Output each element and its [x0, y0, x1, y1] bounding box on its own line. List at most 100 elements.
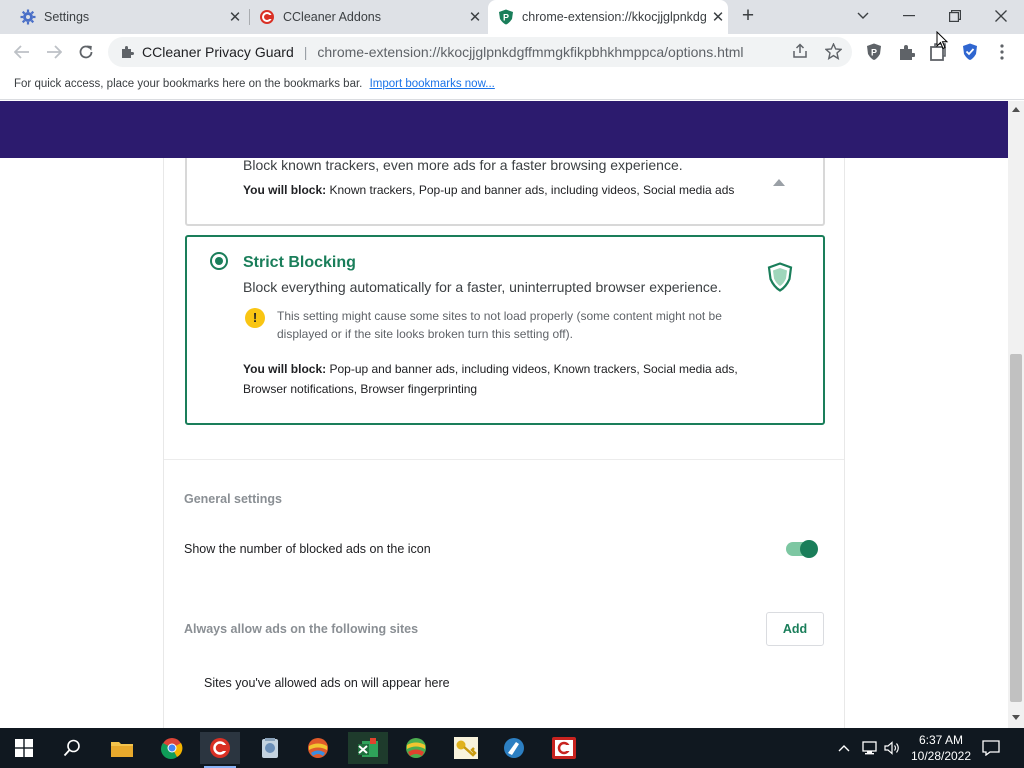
- chevron-up-icon: [838, 745, 850, 752]
- key-app[interactable]: [446, 732, 486, 764]
- ball-app[interactable]: [298, 732, 338, 764]
- svg-text:P: P: [503, 13, 509, 23]
- windows-logo-icon: [15, 739, 33, 757]
- start-button[interactable]: [4, 732, 44, 764]
- close-tab-icon[interactable]: ✕: [708, 8, 728, 26]
- back-button[interactable]: [8, 38, 36, 66]
- block-summary: You will block: Known trackers, Pop-up a…: [243, 183, 734, 197]
- tool-app-icon: [262, 738, 278, 758]
- tab-settings[interactable]: Settings ✕: [20, 0, 245, 34]
- forward-button[interactable]: [40, 38, 68, 66]
- gear-icon: [20, 9, 36, 25]
- strict-blocking-radio[interactable]: [210, 252, 228, 270]
- scroll-up-arrow-icon[interactable]: [1012, 107, 1020, 112]
- page-viewport: Block known trackers, even more ads for …: [0, 101, 1008, 728]
- scrollbar-thumb[interactable]: [1010, 354, 1022, 702]
- warning-text: This setting might cause some sites to n…: [277, 309, 722, 341]
- show-count-label: Show the number of blocked ads on the ic…: [184, 542, 431, 556]
- tab-ccleaner-addons[interactable]: CCleaner Addons ✕: [259, 0, 485, 34]
- card-description: Block known trackers, even more ads for …: [243, 157, 683, 173]
- url-text: chrome-extension://kkocjjglpnkdgffmmgkfi…: [317, 44, 744, 60]
- colorful-ball-icon: [406, 738, 426, 758]
- ccleaner-icon: [260, 10, 274, 24]
- taskbar-clock[interactable]: 6:37 AM 10/28/2022: [906, 732, 976, 764]
- block-label: You will block:: [243, 362, 327, 376]
- tab-title: chrome-extension://kkocjjglpnkdg: [522, 10, 707, 24]
- tab-strip: Settings ✕ CCleaner Addons ✕ P chrome-ex…: [0, 0, 1024, 34]
- ccleaner-browser-app[interactable]: [200, 732, 240, 768]
- block-items: Known trackers, Pop-up and banner ads, i…: [329, 183, 735, 197]
- volume-control[interactable]: [884, 728, 900, 768]
- tab-title: Settings: [44, 10, 90, 24]
- media-player-icon: [504, 738, 524, 758]
- new-tab-button[interactable]: +: [737, 5, 759, 27]
- search-icon: [63, 739, 80, 757]
- extension-icon: [122, 46, 134, 58]
- tab-search-icon[interactable]: [840, 0, 886, 32]
- tab-separator: [249, 9, 250, 25]
- warning-icon: !: [245, 308, 265, 328]
- browser-toolbar: CCleaner Privacy Guard | chrome-extensio…: [0, 34, 1024, 70]
- svg-text:P: P: [871, 48, 877, 58]
- spreadsheet-icon: [358, 738, 378, 757]
- ccleaner-browser-icon: [210, 738, 230, 758]
- colorful-ball-icon: [308, 738, 328, 758]
- add-site-button[interactable]: Add: [766, 612, 824, 646]
- notification-icon: [982, 740, 1000, 756]
- network-icon: [862, 741, 877, 755]
- minimize-button[interactable]: [886, 0, 932, 32]
- media-app[interactable]: [494, 732, 534, 764]
- show-hidden-icons-button[interactable]: [838, 728, 850, 768]
- privacy-guard-icon: P: [499, 9, 513, 25]
- section-divider: [164, 459, 844, 460]
- extensions-puzzle-icon[interactable]: [896, 42, 916, 62]
- ball-app-2[interactable]: [396, 732, 436, 764]
- bookmarks-hint: For quick access, place your bookmarks h…: [14, 78, 363, 90]
- card-description: Block everything automatically for a fas…: [243, 279, 722, 295]
- restore-button[interactable]: [932, 0, 978, 32]
- close-tab-icon[interactable]: ✕: [225, 8, 245, 26]
- import-bookmarks-link[interactable]: Import bookmarks now...: [370, 78, 495, 90]
- share-icon[interactable]: [791, 43, 809, 61]
- options-panel: Block known trackers, even more ads for …: [163, 101, 845, 728]
- chrome-app[interactable]: [152, 732, 192, 764]
- file-explorer-app[interactable]: [102, 732, 142, 764]
- tab-options-active[interactable]: P chrome-extension://kkocjjglpnkdg ✕: [488, 0, 728, 34]
- strict-blocking-card[interactable]: Strict Blocking Block everything automat…: [185, 235, 825, 425]
- mouse-cursor-icon: [936, 31, 949, 50]
- windows-taskbar: 6:37 AM 10/28/2022: [0, 728, 1024, 768]
- bookmark-star-icon[interactable]: [823, 42, 843, 61]
- ccleaner-app-icon: [552, 737, 576, 759]
- page-scrollbar[interactable]: [1008, 101, 1024, 728]
- search-button[interactable]: [52, 732, 92, 764]
- block-summary: You will block: Pop-up and banner ads, i…: [243, 359, 763, 399]
- close-tab-icon[interactable]: ✕: [465, 8, 485, 26]
- card-title: Strict Blocking: [243, 254, 356, 271]
- shield-icon: [767, 262, 793, 292]
- tool-app[interactable]: [250, 732, 290, 764]
- security-shield-icon[interactable]: [960, 42, 980, 62]
- general-settings-title: General settings: [184, 492, 282, 506]
- action-center-button[interactable]: [982, 728, 1000, 768]
- spreadsheet-app[interactable]: [348, 732, 388, 764]
- ccleaner-app[interactable]: [544, 732, 584, 764]
- clock-time: 6:37 AM: [918, 733, 964, 747]
- privacy-guard-extension-icon[interactable]: P: [864, 42, 884, 62]
- reload-button[interactable]: [72, 38, 100, 66]
- collapse-arrow-icon[interactable]: [773, 179, 785, 186]
- tab-title: CCleaner Addons: [283, 10, 381, 24]
- url-separator: |: [303, 44, 308, 60]
- network-status[interactable]: [862, 728, 880, 768]
- address-bar[interactable]: CCleaner Privacy Guard | chrome-extensio…: [108, 37, 852, 67]
- close-window-button[interactable]: [978, 0, 1024, 32]
- page-header-band: [0, 101, 1008, 158]
- site-name: CCleaner Privacy Guard: [142, 44, 294, 60]
- scroll-down-arrow-icon[interactable]: [1012, 715, 1020, 720]
- allow-list-empty-text: Sites you've allowed ads on will appear …: [204, 676, 450, 690]
- key-icon: [454, 737, 478, 759]
- show-count-toggle[interactable]: [786, 540, 818, 558]
- bookmarks-bar: For quick access, place your bookmarks h…: [0, 70, 1024, 100]
- browser-menu-icon[interactable]: [992, 42, 1012, 62]
- speaker-icon: [884, 741, 899, 755]
- clock-date: 10/28/2022: [910, 749, 972, 763]
